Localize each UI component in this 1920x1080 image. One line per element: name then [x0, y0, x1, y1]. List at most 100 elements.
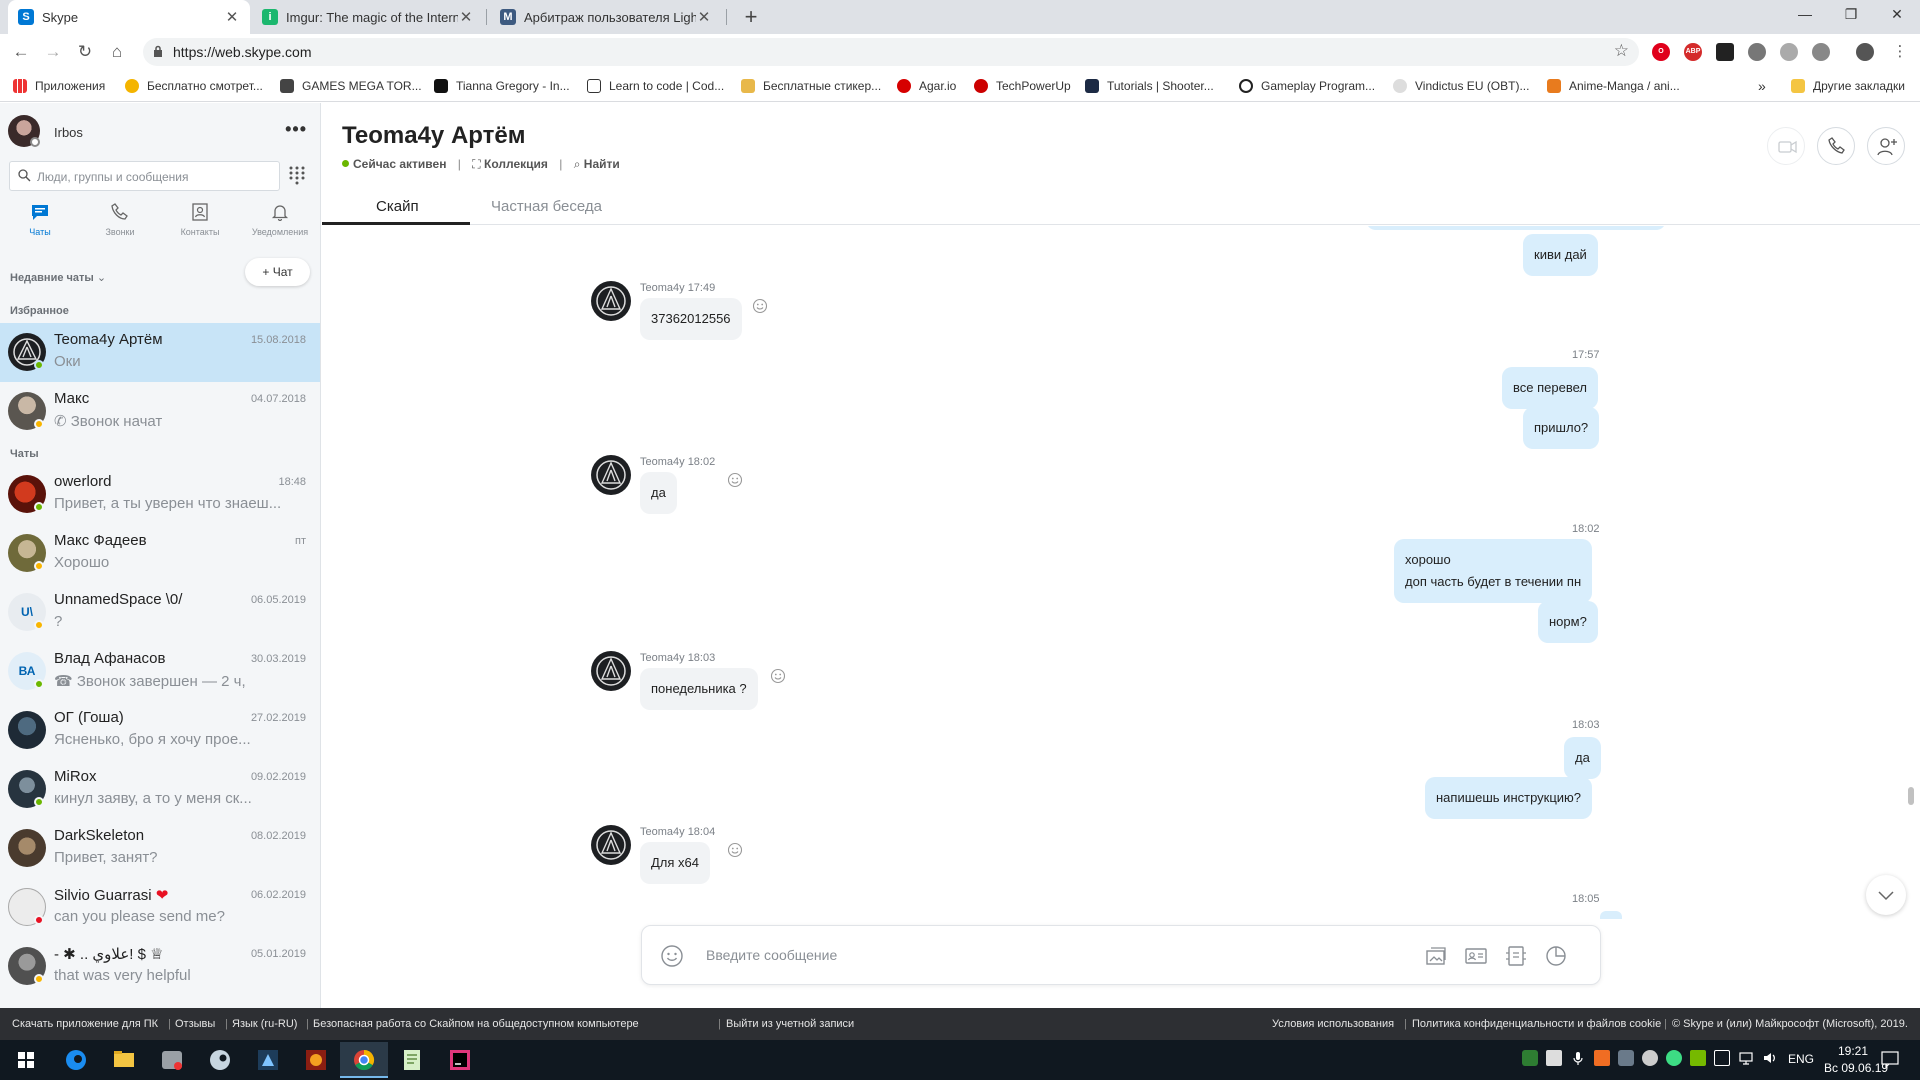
chat-item[interactable]: Макс 04.07.2018 ✆ Звонок начат: [0, 382, 320, 441]
search-input[interactable]: Люди, группы и сообщения: [9, 161, 280, 191]
dialpad-icon[interactable]: [286, 164, 308, 186]
steam-tray-icon[interactable]: [1642, 1050, 1658, 1066]
nav-contacts[interactable]: Контакты: [160, 199, 240, 247]
file-share-icon[interactable]: [1504, 944, 1528, 968]
taskbar-notepad[interactable]: [388, 1042, 436, 1078]
message-bubble-outgoing[interactable]: киви дай: [1523, 234, 1598, 276]
clock-date[interactable]: Вс 09.06.19: [1824, 1061, 1888, 1075]
bookmark-star-icon[interactable]: ☆: [1614, 41, 1629, 61]
message-bubble-outgoing[interactable]: напишешь инструкцию?: [1425, 777, 1593, 819]
nav-notifications[interactable]: Уведомления: [240, 199, 320, 247]
bookmark-item[interactable]: Бесплатные стикер...: [741, 77, 881, 95]
poll-icon[interactable]: [1544, 944, 1568, 968]
profile-name[interactable]: Irbos: [54, 125, 83, 140]
taskbar-intellij[interactable]: [436, 1042, 484, 1078]
microphone-icon[interactable]: [1570, 1050, 1586, 1066]
privacy-link[interactable]: Политика конфиденциальности и файлов coo…: [1412, 1018, 1661, 1030]
close-tab-icon[interactable]: ✕: [458, 8, 474, 26]
chat-item[interactable]: MiRox 09.02.2019 кинул заяву, а то у мен…: [0, 760, 320, 819]
taskbar-app[interactable]: [244, 1042, 292, 1078]
bookmark-item[interactable]: Anime-Manga / ani...: [1547, 77, 1680, 95]
tray-app-icon[interactable]: [1666, 1050, 1682, 1066]
message-composer[interactable]: Введите сообщение: [641, 925, 1601, 985]
taskbar-steam[interactable]: [196, 1042, 244, 1078]
adblock-extension-icon[interactable]: ABP: [1684, 43, 1702, 61]
bookmark-item[interactable]: Tutorials | Shooter...: [1085, 77, 1214, 95]
feedback-link[interactable]: Отзывы: [175, 1018, 215, 1030]
tray-app-icon[interactable]: [1522, 1050, 1538, 1066]
more-bookmarks-button[interactable]: »: [1758, 77, 1766, 95]
message-bubble-outgoing[interactable]: норм?: [1538, 601, 1598, 643]
new-chat-button[interactable]: + Чат: [245, 258, 310, 286]
tab-imgur[interactable]: i Imgur: The magic of the Internet ✕: [252, 0, 484, 34]
taskbar-explorer[interactable]: [100, 1042, 148, 1078]
extension-icon[interactable]: [1748, 43, 1766, 61]
chat-item[interactable]: U\ UnnamedSpace \0/ 06.05.2019 ?: [0, 583, 320, 642]
message-bubble-outgoing[interactable]: пришло?: [1523, 407, 1600, 449]
tab-arbitrage[interactable]: M Арбитраж пользователя LightF ✕: [490, 0, 722, 34]
bookmark-apps[interactable]: Приложения: [13, 77, 105, 95]
tab-skype[interactable]: S Skype ✕: [8, 0, 250, 34]
tray-app-icon[interactable]: [1594, 1050, 1610, 1066]
tray-app-icon[interactable]: [1546, 1050, 1562, 1066]
add-reaction-icon[interactable]: [727, 472, 743, 488]
extension-icon[interactable]: [1812, 43, 1830, 61]
message-bubble-incoming[interactable]: да: [640, 472, 677, 514]
restore-button[interactable]: ❐: [1828, 0, 1874, 30]
chat-item[interactable]: Silvio Guarrasi ❤ 06.02.2019 can you ple…: [0, 878, 320, 937]
extension-icon[interactable]: [1780, 43, 1798, 61]
bookmark-item[interactable]: GAMES MEGA TOR...: [280, 77, 422, 95]
sign-out-link[interactable]: Выйти из учетной записи: [726, 1018, 854, 1030]
close-tab-icon[interactable]: ✕: [224, 8, 240, 26]
chat-item[interactable]: ОГ (Гоша) 27.02.2019 Ясненько, бро я хоч…: [0, 701, 320, 760]
chat-item[interactable]: ВА Влад Афанасов 30.03.2019 ☎ Звонок зав…: [0, 642, 320, 701]
start-button[interactable]: [2, 1042, 50, 1078]
nav-chats[interactable]: Чаты: [0, 199, 80, 247]
audio-call-button[interactable]: [1817, 127, 1855, 165]
sender-avatar[interactable]: [591, 651, 631, 691]
add-reaction-icon[interactable]: [752, 298, 768, 314]
emoji-icon[interactable]: [660, 944, 684, 968]
chat-item[interactable]: owerlord 18:48 Привет, а ты уверен что з…: [0, 465, 320, 524]
bookmark-item[interactable]: Learn to code | Cod...: [587, 77, 724, 95]
back-button[interactable]: ←: [9, 40, 33, 64]
taskbar-chrome[interactable]: [340, 1042, 388, 1078]
message-bubble-outgoing[interactable]: хорошо доп часть будет в течении пн: [1394, 539, 1593, 603]
close-window-button[interactable]: ✕: [1874, 0, 1920, 30]
volume-icon[interactable]: [1762, 1050, 1778, 1066]
bookmark-item[interactable]: Gameplay Program...: [1239, 77, 1375, 95]
tab-skype[interactable]: Скайп: [376, 198, 419, 215]
taskbar-app[interactable]: [292, 1042, 340, 1078]
bookmark-item[interactable]: Бесплатно смотрет...: [125, 77, 263, 95]
message-bubble-outgoing[interactable]: все перевел: [1502, 367, 1598, 409]
security-link[interactable]: Безопасная работа со Скайпом на общедост…: [313, 1018, 639, 1030]
profile-avatar-icon[interactable]: [1856, 43, 1874, 61]
bookmark-item[interactable]: Agar.io: [897, 77, 956, 95]
bookmark-item[interactable]: TechPowerUp: [974, 77, 1071, 95]
input-language[interactable]: ENG: [1788, 1052, 1814, 1066]
recent-chats-dropdown[interactable]: Недавние чаты ⌄: [10, 271, 106, 284]
bookmark-item[interactable]: Vindictus EU (OBT)...: [1393, 77, 1529, 95]
share-media-icon[interactable]: [1424, 944, 1448, 968]
network-icon[interactable]: [1738, 1050, 1754, 1066]
sender-avatar[interactable]: [591, 455, 631, 495]
message-bubble-incoming[interactable]: 37362012556: [640, 298, 742, 340]
new-tab-button[interactable]: +: [738, 4, 764, 30]
taskbar-app[interactable]: [148, 1042, 196, 1078]
find-link[interactable]: Найти: [584, 157, 620, 171]
chat-item[interactable]: Макс Фадеев пт Хорошо: [0, 524, 320, 583]
extension-icon[interactable]: [1716, 43, 1734, 61]
battery-icon[interactable]: [1714, 1050, 1730, 1066]
chat-item[interactable]: Teoma4y Артём 15.08.2018 Оки: [0, 323, 320, 382]
video-call-button[interactable]: [1767, 127, 1805, 165]
message-bubble-outgoing[interactable]: да: [1564, 737, 1601, 779]
notification-center-icon[interactable]: [1880, 1050, 1900, 1069]
language-link[interactable]: Язык (ru-RU): [232, 1018, 297, 1030]
opera-extension-icon[interactable]: O: [1652, 43, 1670, 61]
sender-avatar[interactable]: [591, 825, 631, 865]
more-options-icon[interactable]: •••: [285, 119, 307, 140]
send-contact-icon[interactable]: [1464, 944, 1488, 968]
scroll-to-bottom-button[interactable]: [1866, 875, 1906, 915]
home-button[interactable]: ⌂: [105, 40, 129, 64]
nvidia-icon[interactable]: [1690, 1050, 1706, 1066]
